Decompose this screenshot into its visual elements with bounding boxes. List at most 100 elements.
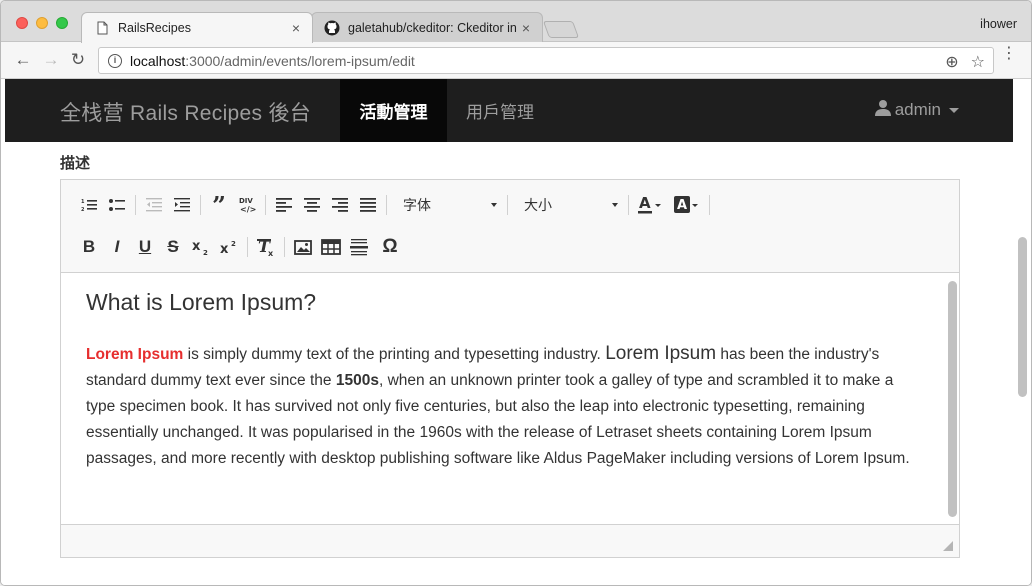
- editor-scrollbar[interactable]: [948, 281, 957, 517]
- div-container-icon[interactable]: DIV </>: [233, 192, 261, 218]
- bookmark-star-icon[interactable]: ☆: [971, 52, 985, 72]
- chevron-down-icon: [612, 203, 618, 207]
- user-dropdown[interactable]: admin: [874, 99, 959, 121]
- strikethrough-icon[interactable]: S: [159, 234, 187, 260]
- svg-text:A: A: [677, 198, 687, 213]
- background-color-icon[interactable]: A: [669, 192, 705, 218]
- page-content: 全栈营 Rails Recipes 後台 活動管理 用戶管理 admin 描述 …: [1, 79, 1031, 585]
- toolbar-separator: [247, 237, 248, 257]
- page-scrollbar[interactable]: [1018, 237, 1027, 397]
- svg-text:2: 2: [203, 249, 208, 255]
- new-tab-button[interactable]: [542, 21, 580, 38]
- text-color-icon[interactable]: A: [633, 192, 669, 218]
- description-label: 描述: [60, 155, 91, 172]
- maximize-window-button[interactable]: [56, 17, 68, 29]
- justify-icon[interactable]: [354, 192, 382, 218]
- bold-icon[interactable]: B: [75, 234, 103, 260]
- tab-title: galetahub/ckeditor: Ckeditor in: [348, 20, 517, 35]
- toolbar-separator: [284, 237, 285, 257]
- toolbar-separator: [135, 195, 136, 215]
- svg-text:2: 2: [81, 207, 85, 212]
- nav-item-label: 活動管理: [359, 103, 428, 122]
- size-combo-label: 大小: [524, 197, 552, 213]
- nav-item-events[interactable]: 活動管理: [340, 79, 447, 142]
- italic-icon[interactable]: I: [103, 234, 131, 260]
- address-bar[interactable]: i localhost:3000/admin/events/lorem-ipsu…: [98, 47, 994, 74]
- special-char-icon[interactable]: Ω: [373, 234, 407, 260]
- bold-text-span: 1500s: [335, 372, 379, 389]
- svg-text:1: 1: [81, 199, 85, 205]
- close-window-button[interactable]: [16, 17, 28, 29]
- horizontal-line-icon[interactable]: [345, 234, 373, 260]
- editor-toolbar: 12 ” DIV </> 字体 大小 A A B I U S x 2 x 2 T…: [61, 180, 959, 273]
- tab-railsrecipes[interactable]: RailsRecipes ×: [81, 12, 313, 43]
- align-right-icon[interactable]: [326, 192, 354, 218]
- image-icon[interactable]: [289, 234, 317, 260]
- blockquote-icon[interactable]: ”: [205, 191, 233, 220]
- user-name: admin: [894, 100, 941, 119]
- browser-menu-icon[interactable]: ⋮: [1001, 46, 1017, 62]
- align-left-icon[interactable]: [270, 192, 298, 218]
- info-icon[interactable]: i: [108, 53, 122, 68]
- profile-name[interactable]: ihower: [980, 17, 1017, 31]
- github-icon: [324, 20, 340, 36]
- numbered-list-icon[interactable]: 12: [75, 192, 103, 218]
- reload-icon[interactable]: ↻: [68, 50, 88, 70]
- toolbar-separator: [265, 195, 266, 215]
- svg-text:</>: </>: [240, 205, 256, 214]
- chevron-down-icon: [491, 203, 497, 207]
- big-text-span: Lorem Ipsum: [605, 343, 717, 364]
- svg-text:DIV: DIV: [239, 197, 253, 205]
- decrease-indent-icon[interactable]: [140, 192, 168, 218]
- svg-text:x: x: [220, 242, 229, 255]
- admin-navbar: 全栈营 Rails Recipes 後台 活動管理 用戶管理 admin: [5, 79, 1013, 142]
- content-heading: What is Lorem Ipsum?: [86, 289, 317, 315]
- toolbar-separator: [386, 195, 387, 215]
- toolbar-separator: [628, 195, 629, 215]
- navbar-brand[interactable]: 全栈营 Rails Recipes 後台: [60, 97, 311, 127]
- table-icon[interactable]: [317, 234, 345, 260]
- svg-text:A: A: [639, 196, 651, 212]
- nav-item-users[interactable]: 用戶管理: [452, 79, 548, 142]
- toolbar-separator: [200, 195, 201, 215]
- increase-indent-icon[interactable]: [168, 192, 196, 218]
- size-combo[interactable]: 大小: [512, 193, 624, 217]
- tab-ckeditor[interactable]: galetahub/ckeditor: Ckeditor in ×: [311, 12, 543, 42]
- superscript-icon[interactable]: x2: [215, 234, 243, 260]
- underline-icon[interactable]: U: [131, 234, 159, 260]
- red-text-span: Lorem Ipsum: [86, 346, 184, 363]
- editor-bottom-bar: [61, 524, 959, 557]
- para-text-1: is simply dummy text of the printing and…: [183, 346, 606, 363]
- rich-text-editor: 12 ” DIV </> 字体 大小 A A B I U S x 2 x 2 T…: [60, 179, 960, 558]
- page-icon: [94, 20, 110, 36]
- content-paragraph: Lorem Ipsum is simply dummy text of the …: [86, 341, 916, 472]
- toolbar-separator: [507, 195, 508, 215]
- minimize-window-button[interactable]: [36, 17, 48, 29]
- svg-text:2: 2: [231, 240, 236, 248]
- url-host: localhost: [130, 52, 186, 69]
- subscript-icon[interactable]: x2: [187, 234, 215, 260]
- forward-icon[interactable]: →: [41, 50, 61, 70]
- align-center-icon[interactable]: [298, 192, 326, 218]
- font-combo[interactable]: 字体: [391, 193, 503, 217]
- url-path: :3000/admin/events/lorem-ipsum/edit: [185, 52, 415, 69]
- font-combo-label: 字体: [403, 197, 431, 213]
- tab-strip: RailsRecipes × galetahub/ckeditor: Ckedi…: [1, 1, 1031, 43]
- tab-close-icon[interactable]: ×: [288, 20, 304, 36]
- bulleted-list-icon[interactable]: [103, 192, 131, 218]
- caret-down-icon: [949, 107, 959, 113]
- tab-close-icon[interactable]: ×: [518, 20, 534, 36]
- resize-handle-icon[interactable]: [943, 541, 953, 551]
- svg-text:x: x: [268, 249, 274, 256]
- editor-content-area[interactable]: What is Lorem Ipsum? Lorem Ipsum is simp…: [61, 273, 959, 524]
- svg-text:x: x: [192, 239, 201, 254]
- toolbar-separator: [709, 195, 710, 215]
- user-icon: [874, 99, 891, 121]
- tab-title: RailsRecipes: [118, 21, 191, 35]
- browser-toolbar: ← → ↻ i localhost:3000/admin/events/lore…: [1, 42, 1031, 79]
- back-icon[interactable]: ←: [13, 50, 33, 70]
- nav-item-label: 用戶管理: [466, 103, 534, 122]
- remove-format-icon[interactable]: Tx: [252, 234, 280, 260]
- browser-window: RailsRecipes × galetahub/ckeditor: Ckedi…: [0, 0, 1032, 586]
- zoom-icon[interactable]: ⊕: [945, 52, 958, 72]
